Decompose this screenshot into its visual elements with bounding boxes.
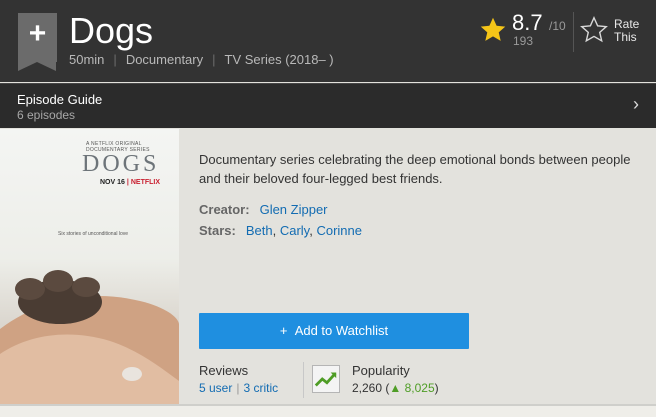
add-to-watchlist-button[interactable]: + Add to Watchlist [199,313,469,349]
star-outline-icon[interactable] [580,16,608,44]
creator-link[interactable]: Glen Zipper [260,202,328,217]
episode-count: 6 episodes [17,108,76,122]
review-links: 5 user | 3 critic [199,381,279,395]
divider [303,362,304,398]
reviews-label: Reviews [199,363,249,378]
star-link[interactable]: Beth [246,223,273,238]
episode-guide-link[interactable]: Episode Guide 6 episodes › [0,83,656,128]
watchlist-bookmark[interactable]: + [18,13,57,71]
release-type-link[interactable]: TV Series (2018– ) [225,52,334,67]
title-header: + Dogs 50min | Documentary | TV Series (2018… [0,0,656,82]
poster-image[interactable]: A NETFLIX ORIGINAL DOCUMENTARY SERIES DO… [0,129,179,417]
stars-credit: Stars: Beth, Carly, Corinne [199,223,362,238]
stars-label: Stars: [199,223,236,238]
genre-link[interactable]: Documentary [126,52,203,67]
star-link[interactable]: Carly [280,223,309,238]
watchlist-label: Add to Watchlist [294,323,389,338]
creator-credit: Creator: Glen Zipper [199,202,328,217]
creator-label: Creator: [199,202,250,217]
star-link[interactable]: Corinne [316,223,362,238]
plus-icon: + [28,17,47,50]
user-reviews-link[interactable]: 5 user [199,381,232,395]
popularity-label: Popularity [352,363,410,378]
popularity-value: 2,260 (▲ 8,025) [352,381,439,395]
runtime: 50min [69,52,105,67]
popularity-block: Popularity 2,260 (▲ 8,025) [352,363,439,395]
rating-scale: /10 [549,19,566,33]
popularity-change: 8,025 [404,381,435,395]
rating-value: 8.7 [512,10,543,35]
episode-guide-title: Episode Guide [17,92,103,107]
rate-this-button[interactable]: Rate This [614,18,639,44]
chevron-right-icon: › [633,94,639,114]
arrow-up-icon: ▲ [389,381,402,395]
plot-summary: Documentary series celebrating the deep … [199,152,631,186]
rating-count[interactable]: 193 [513,34,533,48]
section-footer [0,406,656,417]
page-title: Dogs [69,10,154,51]
plus-icon: + [279,323,288,338]
dog-paw-on-hand-illustration [0,270,179,417]
divider [573,12,574,52]
title-meta: 50min | Documentary | TV Series (2018– ) [69,52,334,67]
critic-reviews-link[interactable]: 3 critic [243,381,278,395]
trend-up-icon [312,365,340,393]
reviews-block: Reviews 5 user | 3 critic [199,363,278,395]
star-icon [480,17,506,41]
